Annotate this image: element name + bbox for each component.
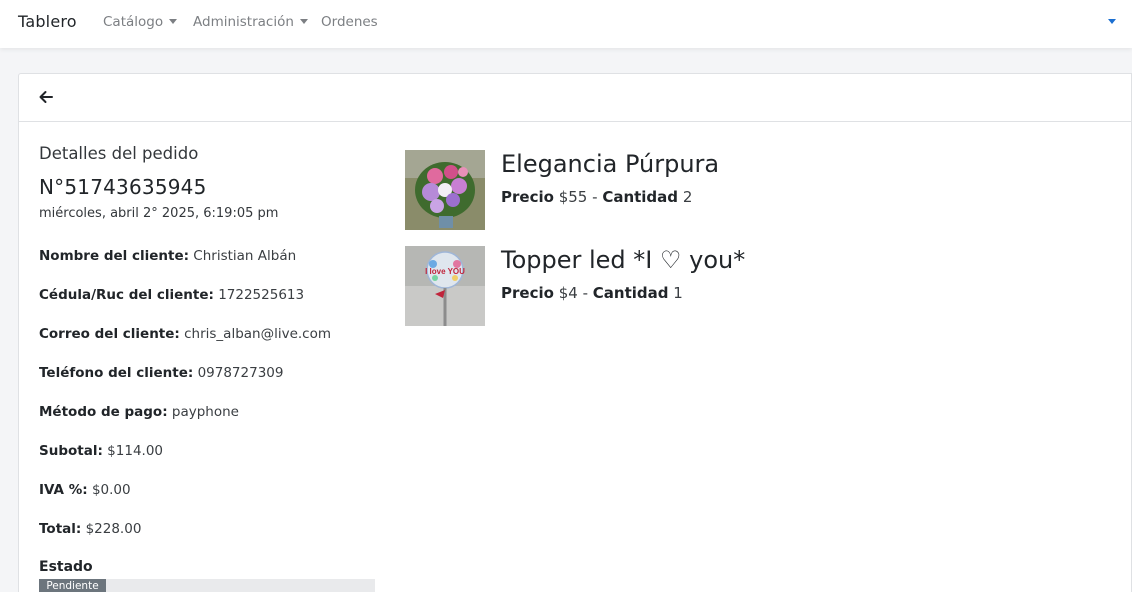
total-value: $228.00 [85,521,142,537]
field-label: IVA %: [39,482,88,498]
subtotal-row: Subotal: $114.00 [39,443,163,459]
iva-row: IVA %: $0.00 [39,482,131,498]
customer-phone-value: 0978727309 [197,365,284,381]
product-meta: Precio $55 - Cantidad 2 [501,188,692,206]
quantity-value: 1 [673,284,683,302]
payment-method-value: payphone [171,404,239,420]
total-row: Total: $228.00 [39,521,141,537]
subtotal-value: $114.00 [107,443,163,459]
section-title: Detalles del pedido [39,144,199,163]
field-label: Subotal: [39,443,103,459]
quantity-value: 2 [682,188,693,206]
price-value: $55 [558,188,588,206]
user-menu-caret-icon[interactable] [1108,19,1116,24]
product-meta: Precio $4 - Cantidad 1 [501,284,683,302]
field-label: Correo del cliente: [39,326,180,342]
price-label: Precio [501,188,554,206]
field-label: Nombre del cliente: [39,248,189,264]
quantity-label: Cantidad [602,188,679,206]
field-label: Método de pago: [39,404,168,420]
status-progress: Pendiente [39,579,375,592]
product-image-topper: I love YOU [405,246,485,326]
status-badge: Pendiente [39,579,106,592]
caret-down-icon [299,18,308,24]
nav-administracion-dropdown[interactable]: Administración [193,14,308,30]
customer-id-value: 1722525613 [218,287,305,303]
product-name: Topper led *I ♡ you* [501,246,746,274]
separator: - [592,188,598,206]
customer-email-value: chris_alban@live.com [184,326,332,342]
product-name: Elegancia Púrpura [501,150,720,178]
price-label: Precio [501,284,554,302]
payment-method-row: Método de pago: payphone [39,404,239,420]
order-number: N°51743635945 [39,175,207,199]
price-value: $4 [558,284,578,302]
card-header [19,74,1131,122]
separator: - [582,284,588,302]
field-label: Teléfono del cliente: [39,365,194,381]
order-detail-card: Detalles del pedido N°51743635945 miérco… [18,73,1132,592]
top-navbar: Tablero Catálogo Administración Ordenes [0,0,1132,48]
field-label: Total: [39,521,82,537]
field-label: Cédula/Ruc del cliente: [39,287,214,303]
nav-ordenes-label: Ordenes [321,14,378,30]
order-details-panel: Detalles del pedido N°51743635945 miérco… [39,144,379,592]
nav-catalogo-dropdown[interactable]: Catálogo [103,14,178,30]
nav-catalogo-label: Catálogo [103,14,164,30]
nav-ordenes-link[interactable]: Ordenes [321,14,378,30]
customer-name-row: Nombre del cliente: Christian Albán [39,248,296,264]
caret-down-icon [169,18,178,24]
topper-image-text: I love YOU [425,267,465,276]
customer-email-row: Correo del cliente: chris_alban@live.com [39,326,331,342]
customer-id-row: Cédula/Ruc del cliente: 1722525613 [39,287,304,303]
customer-phone-row: Teléfono del cliente: 0978727309 [39,365,283,381]
quantity-label: Cantidad [592,284,669,302]
arrow-left-icon[interactable] [38,89,54,105]
brand-link[interactable]: Tablero [18,12,77,31]
order-date: miércoles, abril 2° 2025, 6:19:05 pm [39,206,279,221]
status-label: Estado [39,559,93,575]
product-image-flowers [405,150,485,230]
nav-administracion-label: Administración [193,14,294,30]
iva-value: $0.00 [91,482,131,498]
customer-name-value: Christian Albán [193,248,297,264]
